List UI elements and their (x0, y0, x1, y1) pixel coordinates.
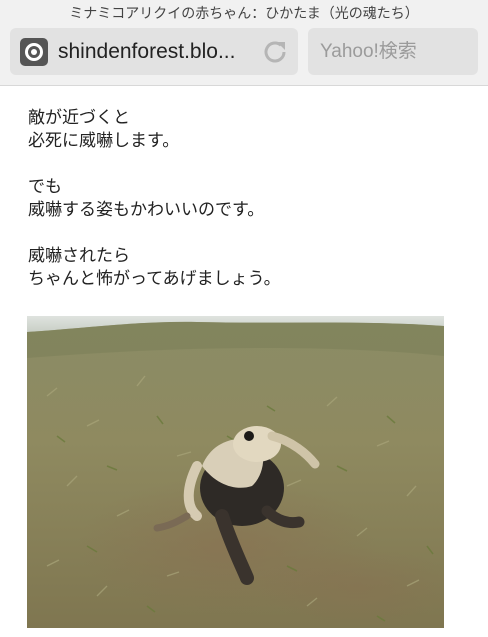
paragraph: 敵が近づくと 必死に威嚇します。 (28, 107, 468, 153)
page-content: 敵が近づくと 必死に威嚇します。 でも 威嚇する姿もかわいいのです。 威嚇された… (0, 87, 488, 637)
site-favicon-icon (20, 38, 48, 66)
text-line: 威嚇されたら (28, 246, 130, 266)
text-line: 敵が近づくと (28, 108, 130, 128)
text-line: 必死に威嚇します。 (28, 131, 180, 151)
page-title: ミナミコアリクイの赤ちゃん：ひかたま（光の魂たち） (69, 6, 419, 22)
paragraph: でも 威嚇する姿もかわいいのです。 (28, 176, 468, 222)
anteater-photo-image (27, 316, 444, 628)
address-bar[interactable]: shindenforest.blo... (10, 28, 298, 75)
paragraph: 威嚇されたら ちゃんと怖がってあげましょう。 (28, 245, 468, 291)
search-input[interactable]: Yahoo!検索 (308, 28, 478, 75)
anteater-photo[interactable] (27, 316, 444, 628)
reload-icon[interactable] (260, 37, 290, 67)
url-text[interactable]: shindenforest.blo... (58, 28, 256, 75)
text-line: でも (28, 177, 62, 197)
text-line: 威嚇する姿もかわいいのです。 (28, 200, 265, 220)
browser-toolbar: ミナミコアリクイの赤ちゃん：ひかたま（光の魂たち） shindenforest.… (0, 0, 488, 86)
article-text: 敵が近づくと 必死に威嚇します。 でも 威嚇する姿もかわいいのです。 威嚇された… (28, 107, 468, 291)
text-line: ちゃんと怖がってあげましょう。 (28, 269, 281, 289)
